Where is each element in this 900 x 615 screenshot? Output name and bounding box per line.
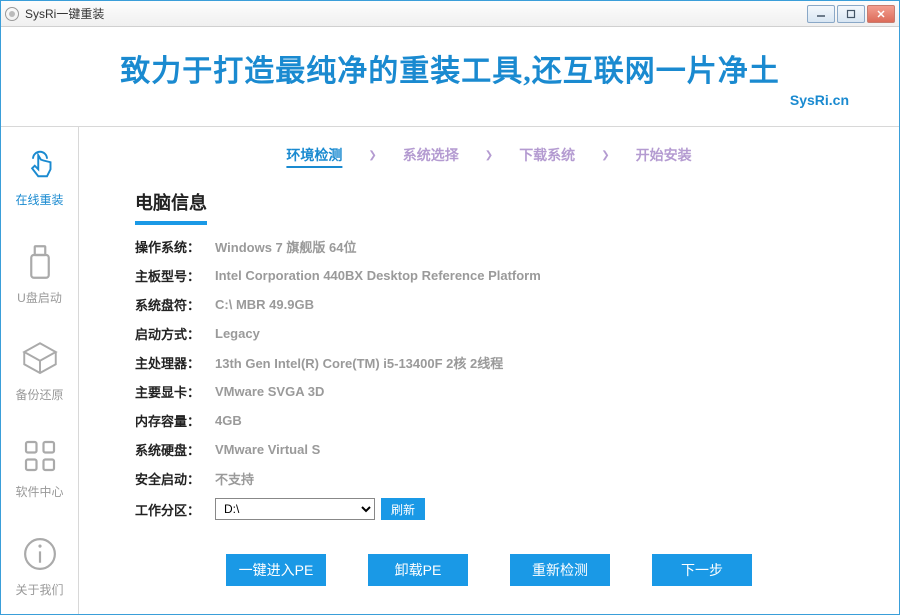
sidebar-item-label: 备份还原: [15, 386, 63, 403]
info-row-disk: 系统硬盘： VMware Virtual S: [135, 440, 859, 459]
info-label: 主板型号：: [135, 266, 215, 285]
info-row-os: 操作系统： Windows 7 旗舰版 64位: [135, 237, 859, 256]
info-row-secure: 安全启动： 不支持: [135, 469, 859, 488]
sidebar-item-online-reinstall[interactable]: 在线重装: [1, 127, 78, 224]
info-label: 主要显卡：: [135, 382, 215, 401]
info-value: 13th Gen Intel(R) Core(TM) i5-13400F 2核 …: [215, 353, 503, 372]
info-row-cpu: 主处理器： 13th Gen Intel(R) Core(TM) i5-1340…: [135, 353, 859, 372]
minimize-button[interactable]: [807, 5, 835, 23]
sidebar: 在线重装 U盘启动: [1, 127, 79, 614]
info-label: 工作分区：: [135, 500, 215, 519]
chevron-right-icon: ❯: [485, 150, 493, 161]
work-partition-select[interactable]: D:\: [215, 498, 375, 520]
titlebar: SysRi一键重装: [1, 1, 899, 27]
step-download[interactable]: 下载系统: [519, 145, 575, 165]
box-icon: [19, 338, 61, 380]
info-icon: [19, 533, 61, 575]
usb-icon: [19, 241, 61, 283]
info-value: Windows 7 旗舰版 64位: [215, 237, 356, 256]
info-value: Legacy: [215, 326, 260, 341]
sidebar-item-backup-restore[interactable]: 备份还原: [1, 322, 78, 419]
chevron-right-icon: ❯: [601, 150, 609, 161]
info-row-gpu: 主要显卡： VMware SVGA 3D: [135, 382, 859, 401]
info-label: 操作系统：: [135, 237, 215, 256]
grid-icon: [19, 435, 61, 477]
info-value: C:\ MBR 49.9GB: [215, 297, 314, 312]
info-row-boot: 启动方式： Legacy: [135, 324, 859, 343]
info-value: 不支持: [215, 469, 254, 488]
info-row-drive: 系统盘符： C:\ MBR 49.9GB: [135, 295, 859, 314]
step-env-check[interactable]: 环境检测: [286, 145, 342, 165]
info-value: VMware Virtual S: [215, 442, 320, 457]
step-system-select[interactable]: 系统选择: [403, 145, 459, 165]
unload-pe-button[interactable]: 卸载PE: [368, 554, 468, 586]
sidebar-item-label: U盘启动: [17, 289, 62, 306]
sidebar-item-label: 软件中心: [15, 483, 63, 500]
body-area: 在线重装 U盘启动: [1, 127, 899, 614]
info-value: VMware SVGA 3D: [215, 384, 324, 399]
step-install[interactable]: 开始安装: [636, 145, 692, 165]
info-label: 安全启动：: [135, 469, 215, 488]
maximize-button[interactable]: [837, 5, 865, 23]
info-label: 启动方式：: [135, 324, 215, 343]
info-label: 主处理器：: [135, 353, 215, 372]
recheck-button[interactable]: 重新检测: [510, 554, 610, 586]
steps: 环境检测 ❯ 系统选择 ❯ 下载系统 ❯ 开始安装: [119, 145, 859, 165]
window-controls: [807, 5, 895, 23]
info-row-workpart: 工作分区： D:\ 刷新: [135, 498, 859, 520]
app-icon: [5, 7, 19, 21]
info-row-board: 主板型号： Intel Corporation 440BX Desktop Re…: [135, 266, 859, 285]
touch-icon: [19, 143, 61, 185]
sidebar-item-software-center[interactable]: 软件中心: [1, 419, 78, 516]
info-label: 内存容量：: [135, 411, 215, 430]
refresh-button[interactable]: 刷新: [381, 498, 425, 520]
banner-subtitle: SysRi.cn: [790, 92, 849, 108]
app-window: SysRi一键重装 致力于打造最纯净的重装工具,还互联网一片净土 SysRi.c…: [0, 0, 900, 615]
sidebar-item-label: 关于我们: [15, 581, 63, 598]
sidebar-item-label: 在线重装: [15, 191, 63, 208]
info-label: 系统盘符：: [135, 295, 215, 314]
banner: 致力于打造最纯净的重装工具,还互联网一片净土 SysRi.cn: [1, 27, 899, 127]
banner-title: 致力于打造最纯净的重装工具,还互联网一片净土: [120, 46, 780, 90]
section-title: 电脑信息: [135, 189, 207, 225]
close-button[interactable]: [867, 5, 895, 23]
info-value: Intel Corporation 440BX Desktop Referenc…: [215, 268, 541, 283]
info-row-ram: 内存容量： 4GB: [135, 411, 859, 430]
sidebar-item-usb-boot[interactable]: U盘启动: [1, 224, 78, 321]
enter-pe-button[interactable]: 一键进入PE: [226, 554, 326, 586]
info-label: 系统硬盘：: [135, 440, 215, 459]
action-bar: 一键进入PE 卸载PE 重新检测 下一步: [119, 554, 859, 596]
info-list: 操作系统： Windows 7 旗舰版 64位 主板型号： Intel Corp…: [135, 237, 859, 520]
info-value: 4GB: [215, 413, 242, 428]
next-button[interactable]: 下一步: [652, 554, 752, 586]
chevron-right-icon: ❯: [368, 150, 376, 161]
main-content: 环境检测 ❯ 系统选择 ❯ 下载系统 ❯ 开始安装 电脑信息 操作系统： Win…: [79, 127, 899, 614]
titlebar-text: SysRi一键重装: [25, 5, 807, 22]
sidebar-item-about-us[interactable]: 关于我们: [1, 517, 78, 614]
